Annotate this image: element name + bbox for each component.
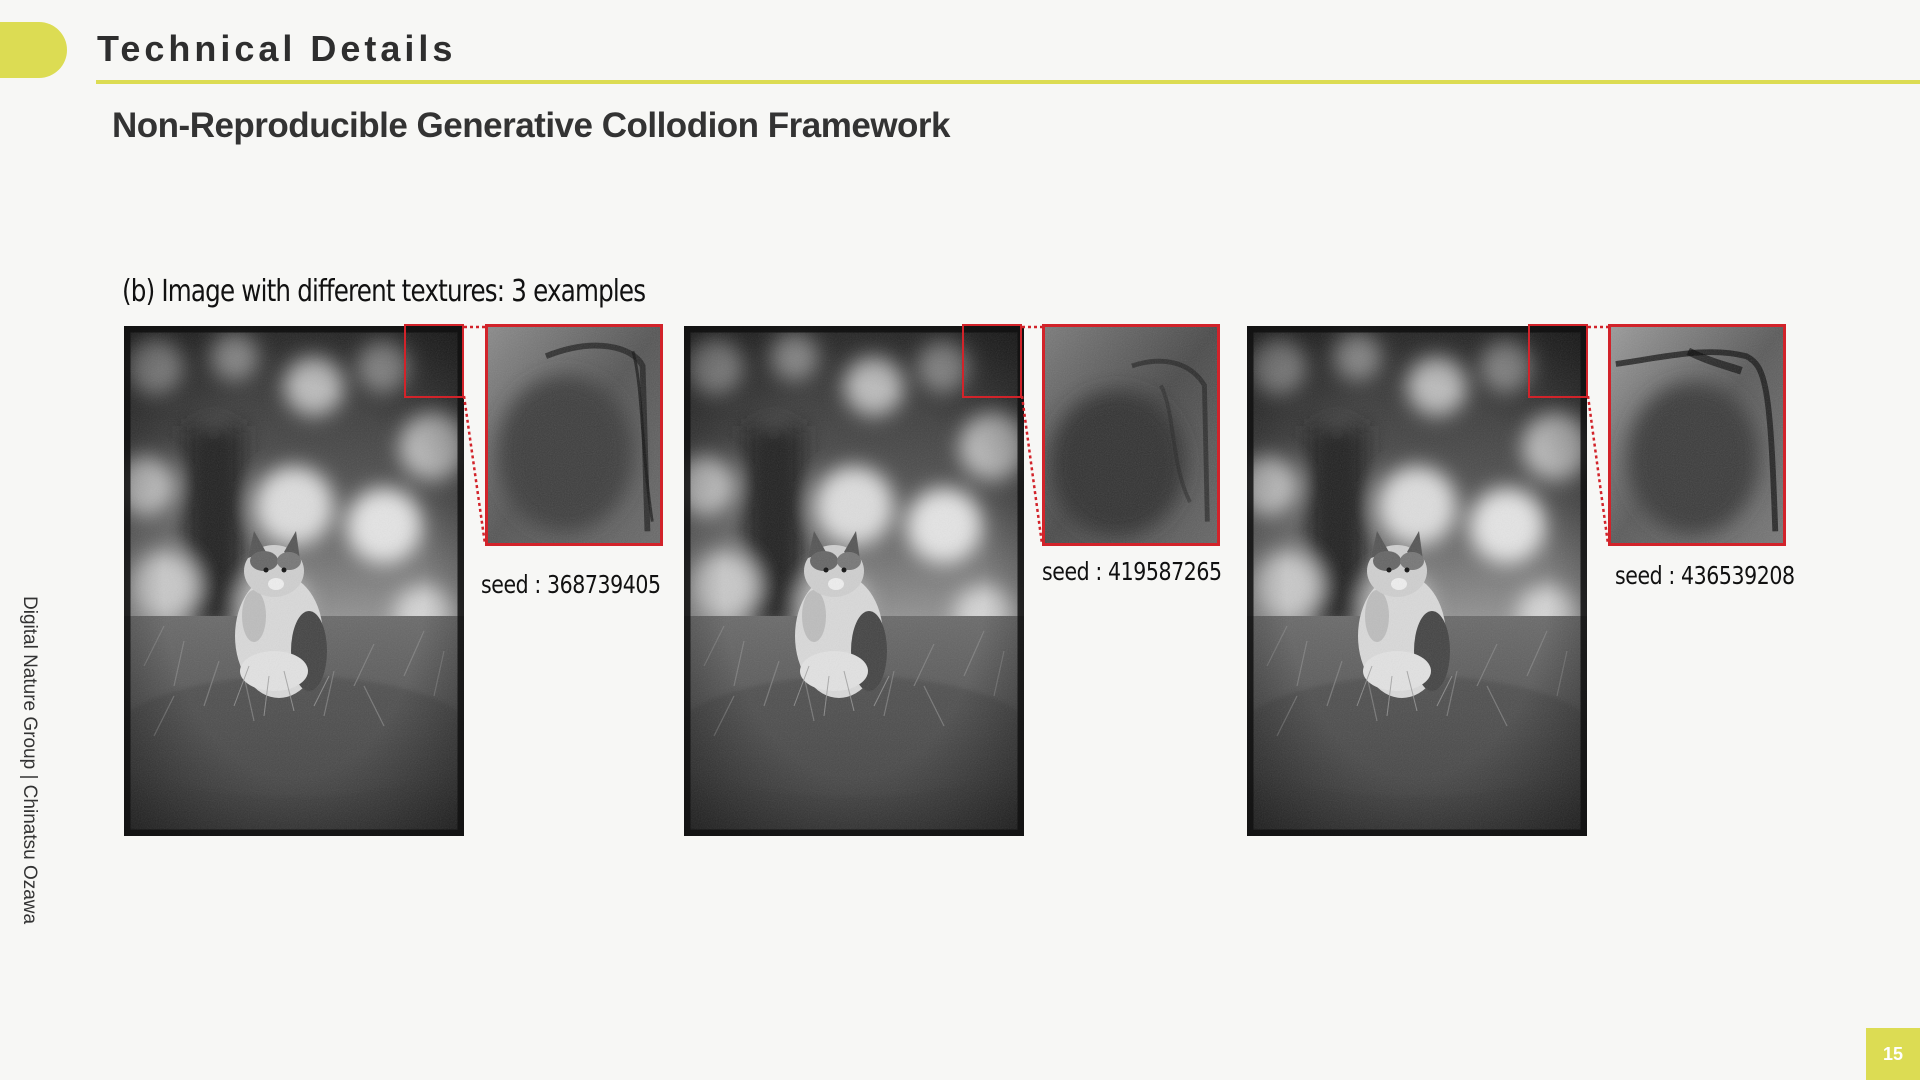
cat-photo [684, 326, 1024, 836]
crop-highlight-box [404, 324, 464, 398]
texture-zoom-inset [1042, 324, 1220, 546]
seed-label: seed : 436539208 [1615, 561, 1795, 590]
cat-photo [1247, 326, 1587, 836]
page-number: 15 [1866, 1028, 1920, 1080]
texture-zoom-inset [1608, 324, 1786, 546]
author-credit: Digital Nature Group | Chinatsu Ozawa [19, 596, 40, 925]
section-title: Technical Details [97, 28, 457, 69]
seed-label: seed : 419587265 [1042, 557, 1222, 586]
seed-label: seed : 368739405 [481, 570, 661, 599]
figure-caption: (b) Image with different textures: 3 exa… [122, 274, 646, 309]
slide: Technical Details Non-Reproducible Gener… [0, 0, 1920, 1080]
cat-photo [124, 326, 464, 836]
accent-pill [0, 22, 67, 78]
crop-highlight-box [1528, 324, 1588, 398]
crop-highlight-box [962, 324, 1022, 398]
texture-zoom-inset [485, 324, 663, 546]
slide-subtitle: Non-Reproducible Generative Collodion Fr… [112, 106, 951, 145]
title-underline [96, 80, 1920, 84]
